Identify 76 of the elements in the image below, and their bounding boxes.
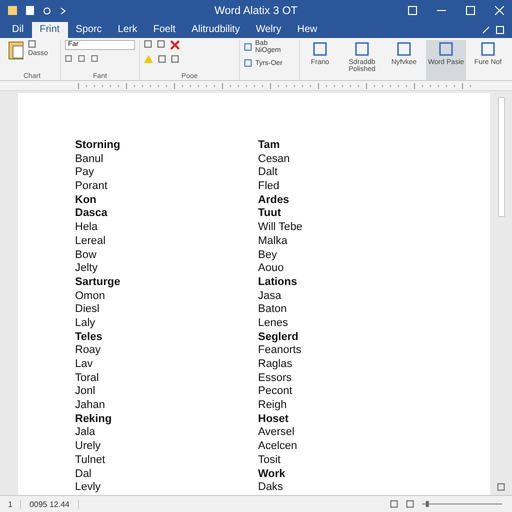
list-entry: Malka: [258, 234, 288, 248]
list-entry: Urely: [75, 440, 102, 454]
list-entry: Sarturge: [75, 276, 122, 290]
square-icon: [396, 41, 412, 57]
minimize-icon[interactable]: [437, 10, 446, 12]
ribbon-tab[interactable]: Frint: [32, 22, 68, 38]
ribbon-tab[interactable]: Foelt: [145, 22, 184, 38]
word-count: 0095 12.44: [21, 500, 78, 508]
list-entry: Lav: [75, 358, 94, 372]
ribbon-tab[interactable]: Hew: [289, 22, 326, 38]
list-entry: Ardes: [258, 194, 290, 208]
list-entry: Tosit: [258, 454, 282, 468]
list-entry: Jala: [75, 426, 96, 440]
list-entry: Dalt: [258, 166, 279, 180]
square-icon: [312, 41, 328, 57]
list-entry: Fled: [258, 180, 280, 194]
list-entry: Lereal: [75, 234, 107, 248]
list-entry: Feanorts: [258, 344, 302, 358]
maximize-icon[interactable]: [466, 6, 475, 15]
list-entry: Seglerd: [258, 330, 300, 344]
list-entry: Tam: [258, 139, 281, 153]
ribbon-tab[interactable]: Welry: [248, 22, 290, 38]
ribbon-tab[interactable]: Alitrudbility: [183, 22, 248, 38]
list-entry: Will Tebe: [258, 221, 304, 235]
list-entry: Omon: [75, 290, 106, 304]
list-entry: Jelty: [75, 262, 99, 276]
paste-icon[interactable]: [8, 40, 24, 60]
list-entry: Aouo: [258, 262, 285, 276]
list-entry: Roay: [75, 344, 102, 358]
list-entry: Cesan: [258, 152, 291, 166]
ribbon-tab[interactable]: Lerk: [110, 22, 146, 38]
list-entry: Banul: [75, 152, 104, 166]
square-icon: [480, 41, 496, 57]
list-entry: Pay: [75, 166, 95, 180]
list-entry: Reking: [75, 412, 113, 426]
list-entry: Storning: [75, 139, 122, 153]
delete-icon[interactable]: [170, 40, 180, 50]
ribbon-tab[interactable]: Dil: [4, 22, 32, 38]
list-entry: Hoset: [258, 412, 290, 426]
list-entry: Diesl: [75, 303, 100, 317]
list-entry: Raglas: [258, 358, 294, 372]
list-entry: Reigh: [258, 399, 288, 413]
list-entry: Dal: [75, 468, 93, 482]
page-number: 1: [0, 500, 22, 508]
list-entry: Levly: [75, 481, 102, 495]
list-entry: Acelcen: [258, 440, 298, 454]
list-entry: Jahan: [75, 399, 106, 413]
list-entry: Tulnet: [75, 454, 106, 468]
close-icon[interactable]: [495, 6, 504, 15]
list-entry: Work: [258, 468, 286, 482]
list-entry: Hela: [75, 221, 99, 235]
zoom-slider-thumb[interactable]: [426, 501, 429, 507]
window-title: Word Alatix 3 OT: [214, 4, 298, 16]
list-entry: Bey: [258, 248, 278, 262]
list-entry: Lations: [258, 276, 298, 290]
list-entry: Dasca: [75, 207, 108, 222]
list-entry: Jonl: [75, 385, 96, 400]
list-entry: Toral: [75, 372, 100, 386]
list-entry: Tuut: [258, 207, 282, 222]
list-entry: Lenes: [258, 316, 289, 331]
list-entry: Laly: [75, 316, 96, 331]
list-entry: Porant: [75, 180, 108, 194]
list-entry: Pecont: [258, 385, 294, 400]
list-entry: Daks: [258, 481, 284, 495]
list-entry: Aversel: [258, 426, 296, 440]
scrollbar-thumb[interactable]: [498, 97, 504, 217]
ribbon-tab[interactable]: Sporc: [68, 22, 110, 38]
list-entry: Bow: [75, 248, 98, 262]
list-entry: Jasa: [258, 290, 282, 304]
square-icon: [354, 41, 370, 57]
list-entry: Teles: [75, 330, 104, 344]
list-entry: Baton: [258, 303, 288, 317]
list-entry: Essors: [258, 372, 293, 386]
zoom-slider[interactable]: [422, 501, 502, 507]
list-entry: Kon: [75, 194, 98, 208]
square-icon: [438, 41, 454, 57]
